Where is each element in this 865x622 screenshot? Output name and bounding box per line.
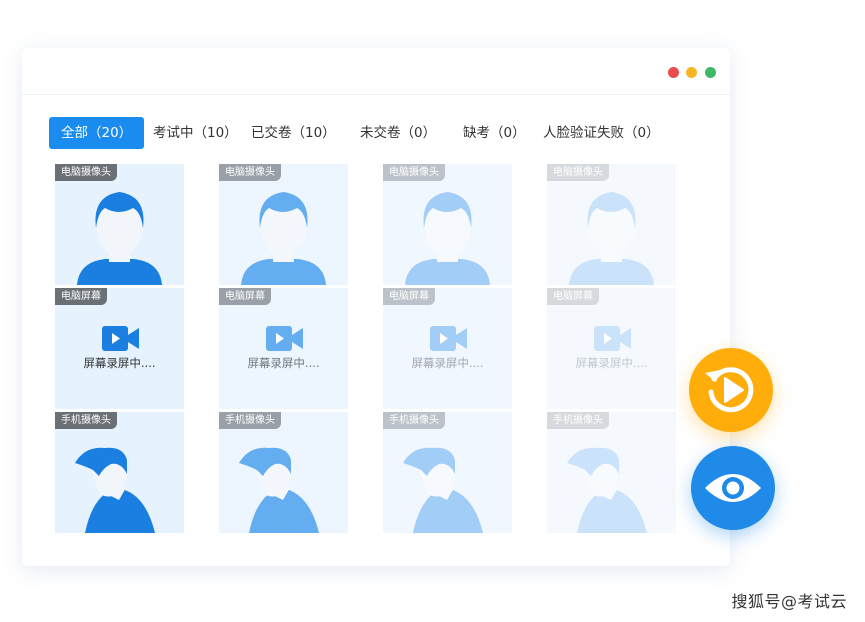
- monitor-cell-phone-camera[interactable]: 手机摄像头: [55, 412, 184, 533]
- minimize-window-dot[interactable]: [686, 67, 697, 78]
- source-label: 手机摄像头: [547, 412, 609, 429]
- monitor-cell-pc-screen[interactable]: 电脑屏幕屏幕录屏中....: [219, 288, 348, 409]
- avatar-side-icon: [239, 447, 319, 533]
- video-camera-icon: [430, 326, 467, 351]
- monitor-cell-pc-screen[interactable]: 电脑屏幕屏幕录屏中....: [55, 288, 184, 409]
- eye-icon: [705, 474, 761, 502]
- source-label: 手机摄像头: [383, 412, 445, 429]
- monitor-cell-pc-camera[interactable]: 电脑摄像头: [547, 164, 676, 285]
- replay-button[interactable]: [689, 348, 773, 432]
- tab-all[interactable]: 全部（20）: [49, 117, 145, 149]
- tab-not-submitted[interactable]: 未交卷（0）: [360, 117, 436, 149]
- monitor-cell-pc-screen[interactable]: 电脑屏幕屏幕录屏中....: [383, 288, 512, 409]
- avatar-front-icon: [569, 192, 654, 285]
- source-label: 电脑屏幕: [55, 288, 107, 305]
- exam-monitor-window: 全部（20） 考试中（10） 已交卷（10） 未交卷（0） 缺考（0） 人脸验证…: [22, 48, 730, 566]
- close-window-dot[interactable]: [668, 67, 679, 78]
- recording-status-text: 屏幕录屏中....: [83, 356, 156, 370]
- video-camera-icon: [102, 326, 139, 351]
- source-label: 电脑摄像头: [383, 164, 445, 181]
- monitor-cell-phone-camera[interactable]: 手机摄像头: [547, 412, 676, 533]
- source-label: 电脑屏幕: [219, 288, 271, 305]
- video-camera-icon: [594, 326, 631, 351]
- avatar-front-icon: [241, 192, 326, 285]
- title-bar: [22, 48, 730, 95]
- tab-in-exam[interactable]: 考试中（10）: [153, 117, 238, 149]
- source-label: 电脑摄像头: [55, 164, 117, 181]
- source-label: 电脑摄像头: [219, 164, 281, 181]
- tab-face-verify-failed[interactable]: 人脸验证失败（0）: [543, 117, 660, 149]
- monitor-cell-pc-camera[interactable]: 电脑摄像头: [219, 164, 348, 285]
- video-camera-icon: [266, 326, 303, 351]
- source-label: 手机摄像头: [219, 412, 281, 429]
- tab-absent[interactable]: 缺考（0）: [463, 117, 526, 149]
- avatar-side-icon: [403, 447, 483, 533]
- view-button[interactable]: [691, 446, 775, 530]
- monitor-cell-pc-camera[interactable]: 电脑摄像头: [383, 164, 512, 285]
- maximize-window-dot[interactable]: [705, 67, 716, 78]
- source-label: 电脑摄像头: [547, 164, 609, 181]
- avatar-front-icon: [405, 192, 490, 285]
- replay-icon: [705, 367, 754, 413]
- watermark: 搜狐号@考试云: [731, 592, 847, 611]
- recording-status-text: 屏幕录屏中....: [411, 356, 484, 370]
- monitor-cell-pc-screen[interactable]: 电脑屏幕屏幕录屏中....: [547, 288, 676, 409]
- source-label: 电脑屏幕: [383, 288, 435, 305]
- tab-submitted[interactable]: 已交卷（10）: [251, 117, 336, 149]
- monitor-cell-pc-camera[interactable]: 电脑摄像头: [55, 164, 184, 285]
- recording-status-text: 屏幕录屏中....: [247, 356, 320, 370]
- monitor-cell-phone-camera[interactable]: 手机摄像头: [219, 412, 348, 533]
- avatar-front-icon: [77, 192, 162, 285]
- avatar-side-icon: [567, 447, 647, 533]
- avatar-side-icon: [75, 447, 155, 533]
- recording-status-text: 屏幕录屏中....: [575, 356, 648, 370]
- source-label: 电脑屏幕: [547, 288, 599, 305]
- monitor-cell-phone-camera[interactable]: 手机摄像头: [383, 412, 512, 533]
- source-label: 手机摄像头: [55, 412, 117, 429]
